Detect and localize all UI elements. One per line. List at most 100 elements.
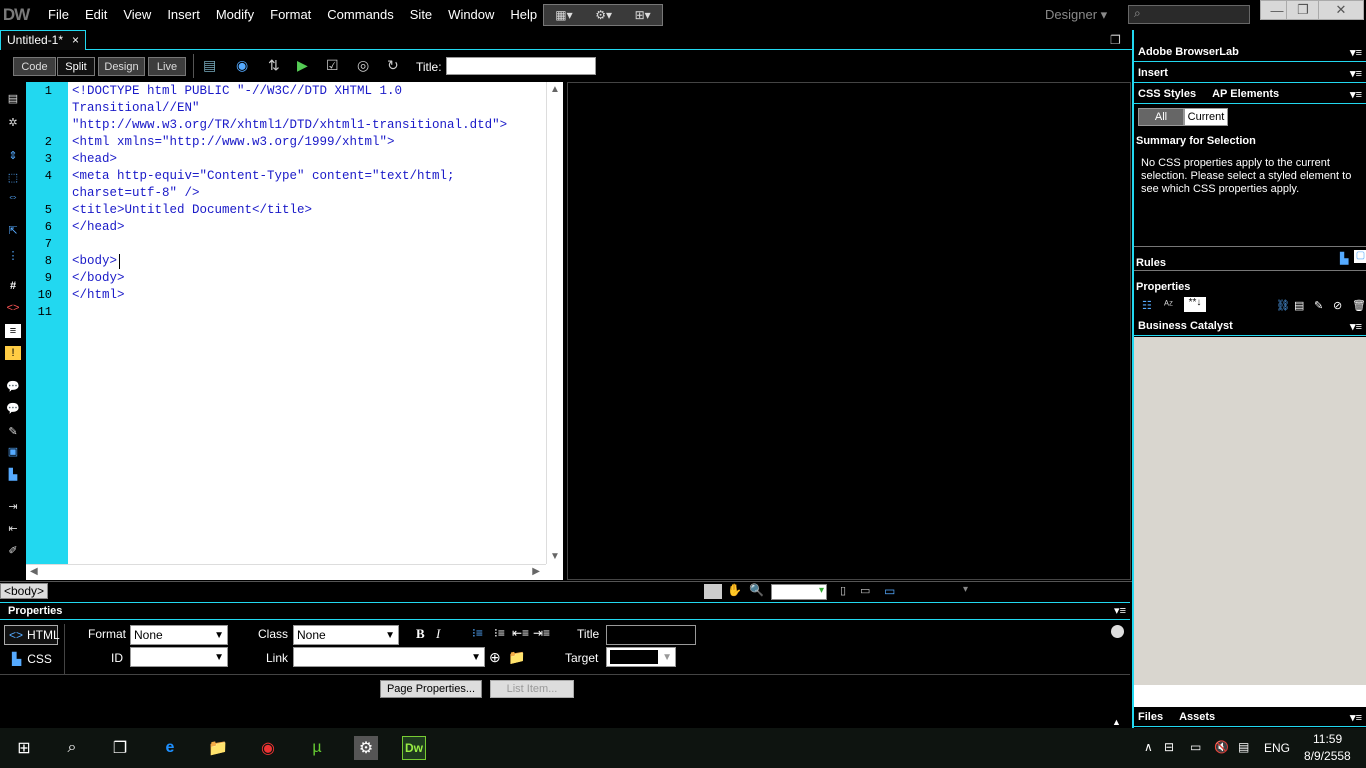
format-select[interactable]: None ▼ [130,625,228,645]
validate-icon[interactable]: ☑ [326,57,339,74]
show-code-navigator-icon[interactable]: ✲ [5,115,21,129]
window-size-dropdown-icon[interactable]: ▾ [963,584,968,595]
clock-date[interactable]: 8/9/2558 [1304,749,1351,763]
business-catalyst-header[interactable]: Business Catalyst ▾≡ [1134,318,1366,336]
collapse-selection-icon[interactable]: ⬚ [5,170,21,184]
open-documents-icon[interactable]: ▤ [5,91,21,105]
refresh-icon[interactable]: ↻ [387,57,399,74]
expand-all-icon[interactable]: ⇔ [5,190,21,204]
cascade-view-icon[interactable]: ▙ [1340,252,1348,265]
layout-icon[interactable]: ▦▾ [555,8,572,22]
menu-edit[interactable]: Edit [77,0,115,30]
file-explorer-icon[interactable]: 📁 [206,736,230,760]
collapse-icon[interactable]: ▲ [1112,717,1121,727]
design-view[interactable] [567,82,1131,580]
zoom-tool-icon[interactable]: 🔍 [749,583,764,597]
list-item-button[interactable]: List Item... [490,680,574,698]
bold-icon[interactable]: B [416,626,425,642]
collapse-tag-icon[interactable]: ⇕ [5,148,21,162]
language-indicator[interactable]: ENG [1264,741,1290,755]
menu-commands[interactable]: Commands [319,0,401,30]
scroll-up-icon[interactable]: ▲ [550,84,560,95]
show-set-properties-icon[interactable]: **↓ [1184,297,1206,312]
power-icon[interactable]: ▭ [1190,740,1201,754]
panel-menu-icon[interactable]: ▾≡ [1350,320,1362,333]
action-center-icon[interactable]: ▤ [1238,740,1249,754]
menu-file[interactable]: File [40,0,77,30]
panel-menu-icon[interactable]: ▾≡ [1114,604,1126,617]
remove-comment-icon[interactable]: 💬 [5,401,21,415]
apply-comment-icon[interactable]: 💬 [5,379,21,393]
page-properties-button[interactable]: Page Properties... [380,680,482,698]
browserlab-tab[interactable]: Adobe BrowserLab [1138,46,1239,58]
show-hidden-icons[interactable]: ∧ [1144,740,1153,754]
close-button[interactable]: ✕ [1318,0,1364,20]
menu-modify[interactable]: Modify [208,0,262,30]
new-rule-icon[interactable]: ▤ [1294,299,1304,312]
hand-tool-icon[interactable]: ✋ [727,583,742,597]
settings-icon[interactable]: ⚙ [354,736,378,760]
title-property-input[interactable] [606,625,696,645]
volume-muted-icon[interactable]: 🔇 [1214,740,1229,754]
panel-menu-icon[interactable]: ▾≡ [1350,88,1362,101]
ap-elements-tab[interactable]: AP Elements [1212,88,1279,101]
network-icon[interactable]: ⊟ [1164,740,1174,754]
preview-browser-icon[interactable]: ◉ [236,57,248,74]
tablet-size-icon[interactable]: ▭ [860,584,870,597]
design-view-button[interactable]: Design [98,57,145,76]
visual-aids-icon[interactable]: ◎ [357,57,369,74]
menu-view[interactable]: View [115,0,159,30]
html-mode-button[interactable]: <> HTML [4,625,60,645]
menu-format[interactable]: Format [262,0,319,30]
assets-tab[interactable]: Assets [1179,711,1215,724]
outdent-code-icon[interactable]: ⇤ [5,521,21,535]
move-css-icon[interactable]: ▙ [5,467,21,481]
split-view-button[interactable]: Split [57,57,95,76]
site-icon[interactable]: ⊞▾ [635,8,651,22]
file-management-icon[interactable]: ▤ [203,57,216,74]
link-input[interactable]: ▼ [293,647,485,667]
panel-menu-icon[interactable]: ▾≡ [1350,711,1362,724]
ordered-list-icon[interactable]: ⁝≡ [494,626,505,640]
select-tool-icon[interactable] [704,584,722,599]
edit-rule-icon[interactable]: ✎ [1314,299,1323,312]
panel-menu-icon[interactable]: ▾≡ [1350,46,1362,59]
indent-code-icon[interactable]: ⇥ [5,499,21,513]
close-tab-icon[interactable]: × [72,33,79,48]
scroll-right-icon[interactable]: ▶ [532,566,540,577]
select-parent-tag-icon[interactable]: ⇱ [5,223,21,237]
scroll-down-icon[interactable]: ▼ [550,551,560,562]
menu-insert[interactable]: Insert [159,0,208,30]
extend-icon[interactable]: ⚙▾ [595,8,612,22]
current-mode-button[interactable]: Current [1184,108,1228,126]
css-mode-button[interactable]: ▙ CSS [4,649,58,669]
document-tab[interactable]: Untitled-1* × [0,30,86,50]
point-to-file-icon[interactable]: ⊕ [489,649,501,666]
balance-braces-icon[interactable]: ⋮ [5,248,21,262]
search-input[interactable]: ⌕ [1128,5,1250,24]
all-mode-button[interactable]: All [1138,108,1184,126]
restore-doc-icon[interactable]: ❐ [1110,33,1121,47]
word-wrap-icon[interactable]: ≡ [5,324,21,338]
italic-icon[interactable]: I [436,626,440,642]
highlight-invalid-code-icon[interactable]: <> [5,301,21,315]
unordered-list-icon[interactable]: ⁝≡ [472,626,483,640]
clock-time[interactable]: 11:59 [1313,732,1342,746]
code-horizontal-scrollbar[interactable]: ◀ ▶ [26,564,546,580]
tag-selector-body[interactable]: <body> [0,583,49,599]
files-tab[interactable]: Files [1138,711,1163,724]
panel-menu-icon[interactable]: ▾≡ [1350,67,1362,80]
code-view-button[interactable]: Code [13,57,56,76]
title-input[interactable] [446,57,596,75]
windows-start-icon[interactable]: ⊞ [12,736,36,760]
id-select[interactable]: ▼ [130,647,228,667]
insert-tab[interactable]: Insert [1138,67,1168,79]
code-editor[interactable]: <!DOCTYPE html PUBLIC "-//W3C//DTD XHTML… [68,82,546,564]
desktop-size-icon[interactable]: ▭ [884,584,895,598]
menu-help[interactable]: Help [502,0,545,30]
wrap-tag-icon[interactable]: ✎ [5,424,21,438]
business-catalyst-tab[interactable]: Business Catalyst [1138,320,1233,332]
class-select[interactable]: None ▼ [293,625,399,645]
outdent-icon[interactable]: ⇤≡ [512,626,529,640]
code-vertical-scrollbar[interactable]: ▲ ▼ [546,82,563,564]
